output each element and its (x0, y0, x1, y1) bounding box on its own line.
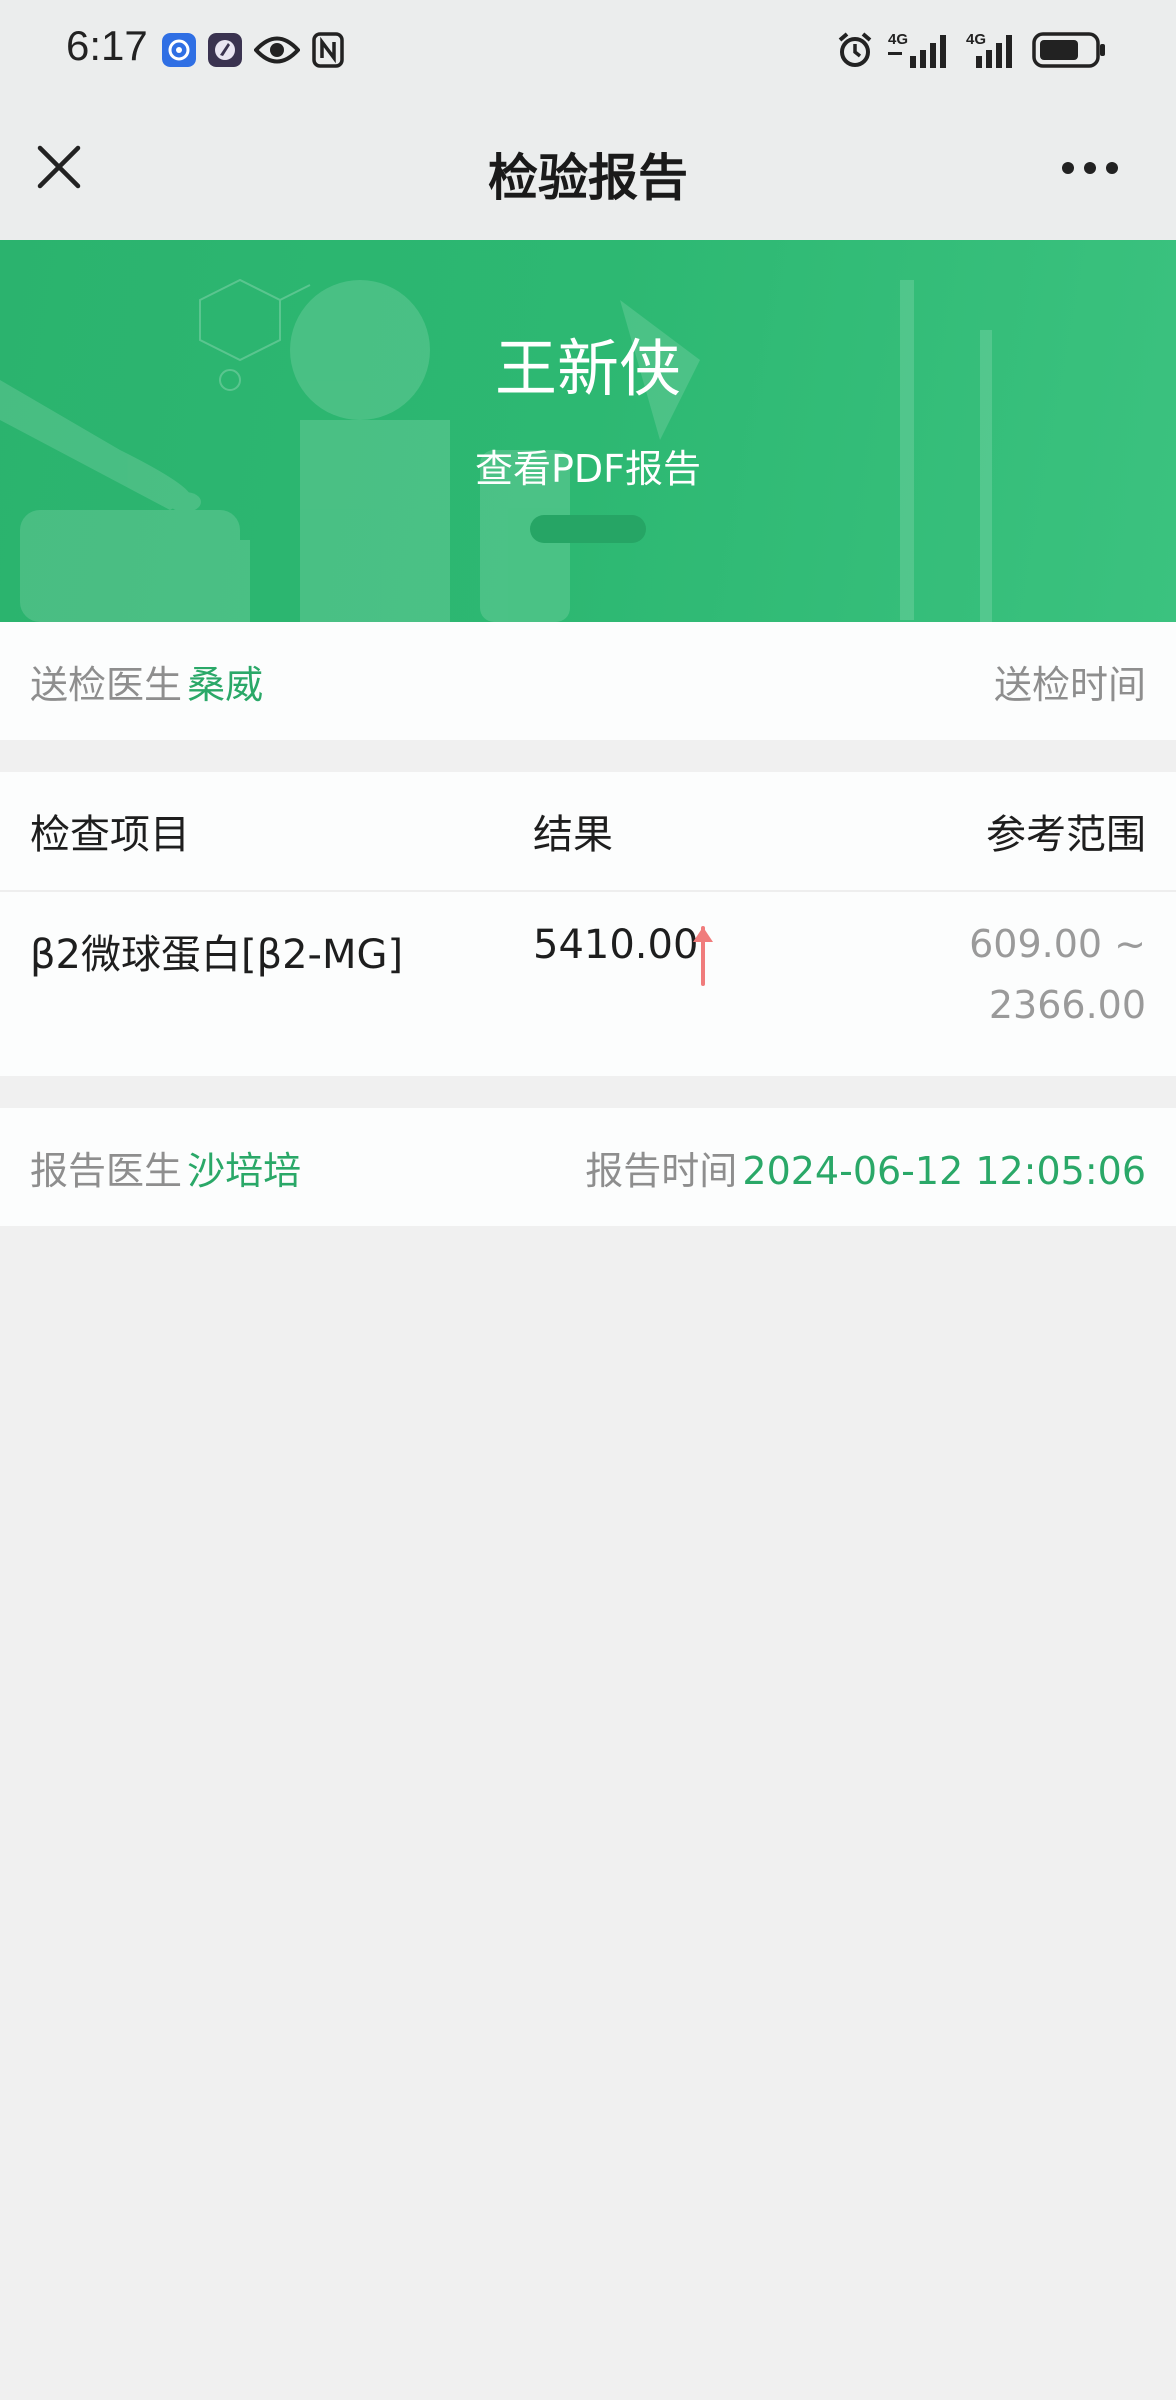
header-item: 检查项目 (30, 812, 190, 858)
signal-4g-icon-2: 4G (966, 31, 1012, 68)
pdf-pill-indicator (530, 515, 646, 543)
row-result-value: 5410.00 (533, 922, 699, 968)
patient-name: 王新侠 (494, 332, 681, 405)
range-line-2: 2366.00 (988, 983, 1146, 1027)
signal-4g-icon: 4G (888, 31, 946, 68)
row-item-name: β2微球蛋白[β2-MG] (30, 932, 404, 978)
report-time: 报告时间 2024-06-12 12:05:06 (585, 1140, 1146, 1195)
nfc-icon (312, 32, 344, 68)
lab-illustration (0, 278, 992, 622)
report-doctor-name: 沙培培 (187, 1149, 302, 1193)
nav-bar: 检验报告 (0, 100, 1176, 240)
report-time-value: 2024-06-12 12:05:06 (742, 1149, 1146, 1193)
sender-time-label: 送检时间 (993, 663, 1146, 707)
page-title: 检验报告 (488, 149, 688, 207)
alarm-icon (838, 32, 872, 67)
sender-doctor-name: 桑威 (187, 663, 264, 707)
view-pdf-link[interactable]: 查看PDF报告 (0, 438, 1176, 493)
patient-banner: 王新侠 查看PDF报告 (0, 240, 1176, 622)
sender-doctor-label: 送检医生 (30, 663, 183, 707)
sender-time: 送检时间 (994, 654, 1146, 709)
more-icon[interactable] (1060, 158, 1120, 178)
status-icons-right: 4G 4G (836, 28, 1106, 72)
range-line-1: 609.00 ~ (969, 922, 1146, 966)
eye-icon (254, 36, 300, 64)
sender-info-row: 送检医生 桑威 送检时间 (0, 622, 1176, 740)
report-doctor: 报告医生 沙培培 (30, 1140, 301, 1195)
report-time-label: 报告时间 (585, 1149, 738, 1193)
up-arrow-icon (693, 926, 713, 986)
row-reference-range: 609.00 ~ 2366.00 (969, 914, 1146, 1036)
status-time: 6:17 (66, 22, 148, 69)
page: 6:17 4G 4G 检验报告 王新侠 查看PDF报告 送检医生 桑威 送检时间… (0, 0, 1176, 2400)
report-doctor-label: 报告医生 (30, 1149, 183, 1193)
header-result: 结果 (533, 812, 613, 858)
status-icons-left (162, 30, 344, 70)
network-label-2: 4G (966, 31, 986, 48)
results-table: 检查项目 结果 参考范围 β2微球蛋白[β2-MG] 5410.00 609.0… (0, 772, 1176, 1076)
header-range: 参考范围 (986, 812, 1146, 858)
battery-icon (1032, 32, 1105, 68)
sender-doctor: 送检医生 桑威 (30, 654, 263, 709)
app-badge-icon-2 (208, 33, 242, 67)
app-badge-icon (162, 33, 196, 67)
table-divider (0, 890, 1176, 892)
status-bar: 6:17 4G 4G (0, 0, 1176, 100)
network-label-1: 4G (888, 31, 908, 48)
report-info-row: 报告医生 沙培培 报告时间 2024-06-12 12:05:06 (0, 1108, 1176, 1226)
